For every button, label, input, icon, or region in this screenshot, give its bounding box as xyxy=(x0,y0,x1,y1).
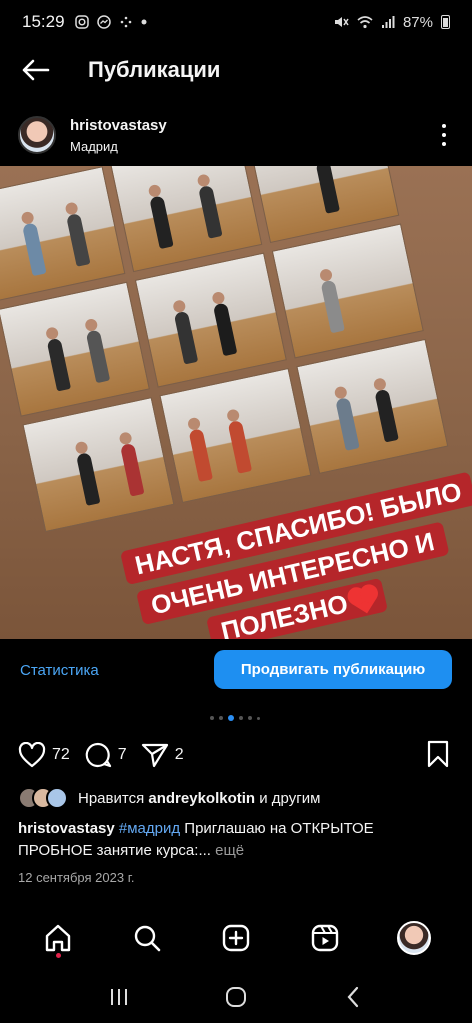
chevron-left-icon xyxy=(347,986,359,1007)
recents-button[interactable] xyxy=(99,977,139,1017)
statistics-link[interactable]: Статистика xyxy=(20,662,99,679)
nav-profile-button[interactable] xyxy=(392,916,436,960)
heart-emoji-icon xyxy=(351,588,377,614)
post-location[interactable]: Мадрид xyxy=(70,139,167,154)
shares-count: 2 xyxy=(174,746,184,763)
recents-icon xyxy=(110,988,127,1005)
author-username[interactable]: hristovastasy xyxy=(70,117,167,134)
author-avatar[interactable] xyxy=(18,116,56,154)
carousel-dot xyxy=(219,716,223,720)
liked-by-row[interactable]: Нравится andreykolkotin и другим xyxy=(18,786,320,810)
system-navigation xyxy=(0,970,472,1023)
caption-username[interactable]: hristovastasy xyxy=(18,820,115,837)
save-button[interactable] xyxy=(426,740,450,773)
collage-tile xyxy=(110,166,263,273)
carousel-dot-active xyxy=(228,715,234,721)
bottom-navigation xyxy=(0,908,472,968)
collage-tile xyxy=(159,367,312,504)
reels-icon xyxy=(311,924,338,952)
status-bar: 15:29 87% xyxy=(0,0,472,44)
carousel-dot xyxy=(239,716,243,720)
post-date: 12 сентября 2023 г. xyxy=(18,870,135,885)
dots-icon xyxy=(120,16,131,28)
back-button[interactable] xyxy=(0,44,70,96)
comment-icon xyxy=(85,742,111,768)
instagram-icon xyxy=(74,15,89,29)
carousel-dot xyxy=(248,716,252,720)
collage-tile xyxy=(134,252,287,388)
liked-by-user[interactable]: andreykolkotin xyxy=(148,790,255,807)
more-dot xyxy=(442,124,446,128)
post-options-button[interactable] xyxy=(432,120,456,150)
status-time: 15:29 xyxy=(22,12,65,31)
caption-more-link[interactable]: ещё xyxy=(211,842,244,859)
nav-reels-button[interactable] xyxy=(303,916,347,960)
battery-icon xyxy=(441,15,450,29)
signal-icon xyxy=(381,16,395,28)
nav-home-button[interactable] xyxy=(36,916,80,960)
system-back-button[interactable] xyxy=(333,977,373,1017)
comment-button[interactable]: 7 xyxy=(84,741,127,769)
collage-tile xyxy=(22,397,175,533)
create-icon xyxy=(222,924,250,952)
comments-count: 7 xyxy=(117,746,127,763)
collage-tile xyxy=(0,166,126,302)
insights-row: Статистика Продвигать публикацию xyxy=(0,650,472,692)
caption-hashtag[interactable]: #мадрид xyxy=(119,820,180,837)
share-button[interactable]: 2 xyxy=(141,742,184,768)
likes-count: 72 xyxy=(52,746,70,763)
more-dot xyxy=(442,142,446,146)
more-dot xyxy=(442,133,446,137)
collage-tile xyxy=(271,223,424,359)
wifi-icon xyxy=(357,16,373,29)
home-system-button[interactable] xyxy=(216,977,256,1017)
profile-avatar xyxy=(396,921,431,955)
like-button[interactable]: 72 xyxy=(18,742,70,768)
search-icon xyxy=(134,925,161,952)
home-circle-icon xyxy=(225,986,246,1007)
nav-search-button[interactable] xyxy=(125,916,169,960)
carousel-dot xyxy=(210,716,214,720)
notification-dot xyxy=(56,953,62,958)
page-title: Публикации xyxy=(88,57,221,82)
bookmark-icon xyxy=(427,740,449,768)
post-caption: hristovastasy #мадрид Приглашаю на ОТКРЫ… xyxy=(18,818,448,862)
post-actions: 72 7 2 xyxy=(0,738,472,772)
dot-icon xyxy=(141,19,147,25)
heart-icon xyxy=(18,742,46,768)
post-header: hristovastasy Мадрид xyxy=(0,112,472,158)
messenger-icon xyxy=(96,15,111,29)
carousel-indicator xyxy=(210,715,260,721)
nav-create-button[interactable] xyxy=(214,916,258,960)
carousel-dot xyxy=(257,716,260,720)
arrow-left-icon xyxy=(22,59,50,81)
post-photo[interactable]: НАСТЯ, СПАСИБО! БЫЛО ОЧЕНЬ ИНТЕРЕСНО И П… xyxy=(0,166,472,639)
home-icon xyxy=(46,924,71,952)
collage-tile xyxy=(296,338,449,474)
liked-by-suffix: и другим xyxy=(259,789,321,807)
liked-by-prefix: Нравится xyxy=(78,789,145,807)
collage-tile xyxy=(0,281,150,417)
promote-post-button[interactable]: Продвигать публикацию xyxy=(214,650,452,689)
battery-percent: 87% xyxy=(402,13,433,31)
send-icon xyxy=(141,743,168,768)
mute-icon xyxy=(334,17,349,27)
top-bar: Публикации xyxy=(0,44,472,96)
liker-avatars xyxy=(18,787,68,809)
liker-avatar xyxy=(46,787,68,809)
